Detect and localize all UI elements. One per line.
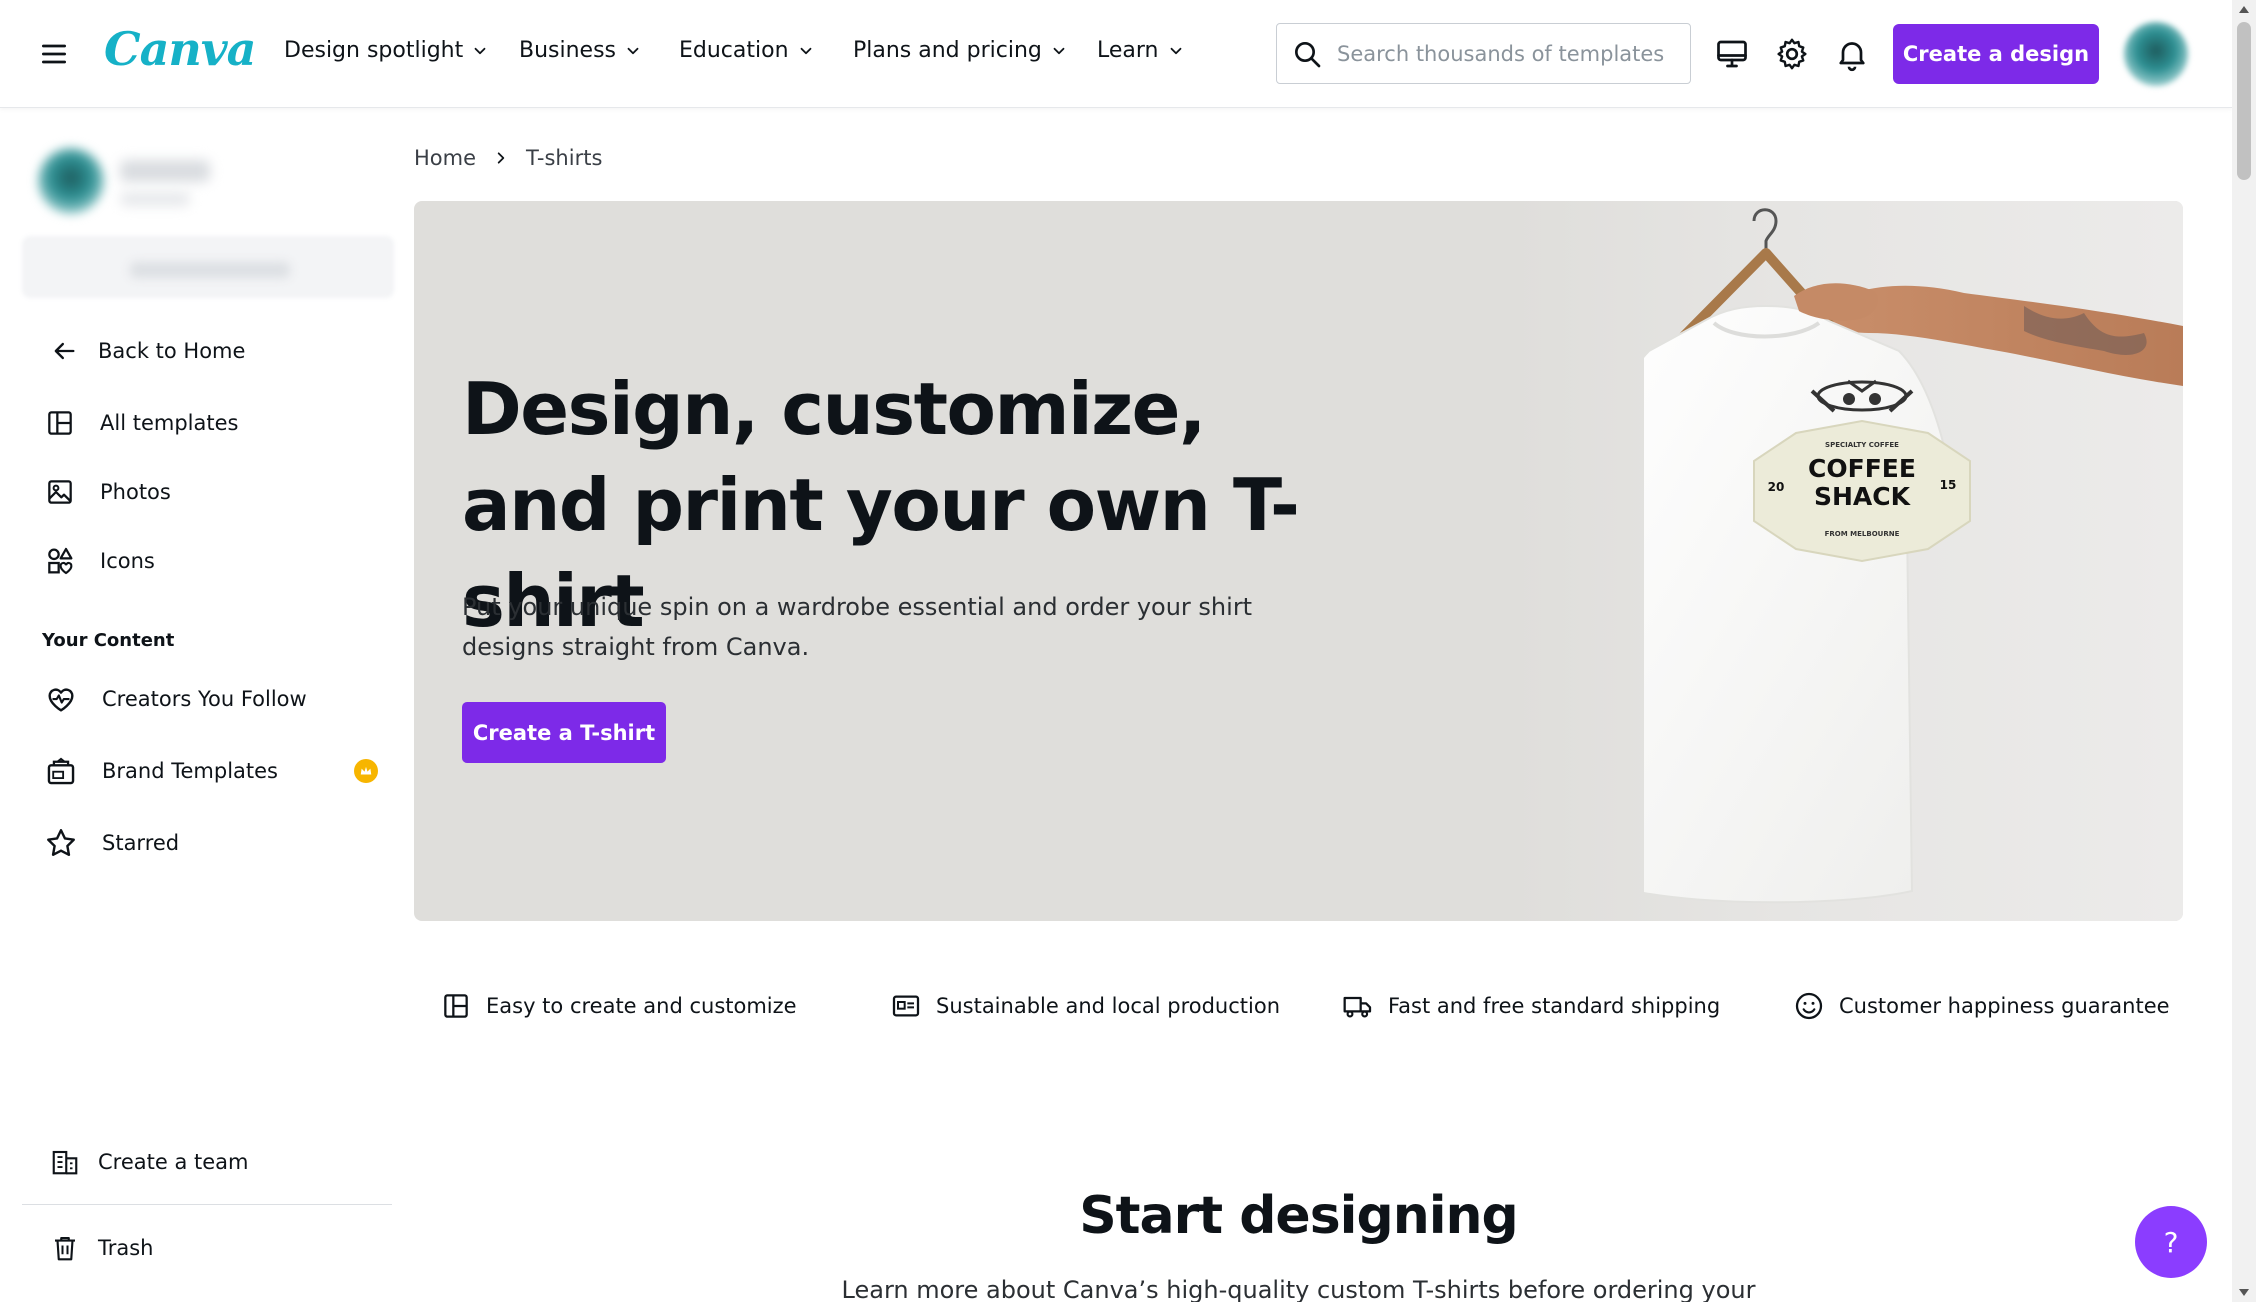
help-button[interactable]: ? xyxy=(2135,1206,2207,1278)
create-team-link[interactable]: Create a team xyxy=(50,1147,248,1177)
chevron-down-icon xyxy=(800,47,811,54)
bell-icon[interactable] xyxy=(1834,36,1870,72)
feature-sustainable: Sustainable and local production xyxy=(890,990,1280,1022)
feature-easy-create: Easy to create and customize xyxy=(440,990,797,1022)
canva-logo[interactable]: Canva xyxy=(104,22,256,76)
truck-icon xyxy=(1343,996,1372,1018)
breadcrumb-current: T-shirts xyxy=(526,146,603,170)
chevron-down-icon xyxy=(627,47,639,54)
feature-happiness: Customer happiness guarantee xyxy=(1793,990,2170,1022)
nav-education[interactable]: Education xyxy=(679,38,815,63)
nav-label: Business xyxy=(519,38,617,63)
nav-label: Plans and pricing xyxy=(853,38,1042,63)
nav-business[interactable]: Business xyxy=(519,38,642,63)
feature-label: Customer happiness guarantee xyxy=(1839,994,2170,1018)
hero-subtitle: Put your unique spin on a wardrobe essen… xyxy=(462,593,1253,661)
user-avatar[interactable] xyxy=(2124,22,2188,86)
create-design-button[interactable]: Create a design xyxy=(1893,24,2099,84)
start-designing-subtitle: Learn more about Canva’s high-quality cu… xyxy=(841,1276,1756,1302)
sidebar-item-label: Creators You Follow xyxy=(102,687,307,711)
nav-learn[interactable]: Learn xyxy=(1097,38,1185,63)
shirt-logo-line2: SHACK xyxy=(1814,482,1912,511)
sidebar-item-label: Brand Templates xyxy=(102,759,278,783)
your-content-heading: Your Content xyxy=(42,630,175,651)
sidebar-item-label: Photos xyxy=(100,480,171,504)
blurred-banner-text xyxy=(130,262,290,278)
sidebar-avatar[interactable] xyxy=(38,148,104,214)
crown-icon xyxy=(354,759,378,783)
breadcrumb-home-link[interactable]: Home xyxy=(414,146,476,170)
templates-icon xyxy=(48,411,72,435)
top-navigation-bar: Canva Design spotlight Business Educatio… xyxy=(0,0,2232,108)
back-label: Back to Home xyxy=(98,339,246,363)
building-icon xyxy=(52,1150,78,1175)
search-input[interactable]: Search thousands of templates xyxy=(1276,23,1691,84)
arrow-left-icon xyxy=(54,342,75,360)
feature-label: Fast and free standard shipping xyxy=(1388,994,1721,1018)
chevron-down-icon xyxy=(1053,47,1065,54)
sidebar-item-creators-you-follow[interactable]: Creators You Follow xyxy=(44,682,307,716)
blurred-account-type xyxy=(120,192,190,206)
create-team-label: Create a team xyxy=(98,1150,249,1174)
feature-shipping: Fast and free standard shipping xyxy=(1342,990,1720,1022)
hero-banner: Design, customize, and print your own T-… xyxy=(414,201,2183,921)
shirt-logo-right: 15 xyxy=(1940,478,1957,492)
breadcrumb: Home T-shirts xyxy=(414,146,602,170)
tshirt-image: COFFEE SHACK 20 15 SPECIALTY COFFEE FROM… xyxy=(1644,201,2183,921)
chevron-right-icon xyxy=(497,152,505,164)
trash-label: Trash xyxy=(98,1236,154,1260)
sidebar-item-all-templates[interactable]: All templates xyxy=(44,407,238,439)
shirt-logo-left: 20 xyxy=(1768,480,1785,494)
brand-icon xyxy=(47,757,75,785)
layout-icon xyxy=(444,994,468,1018)
shirt-logo-line1: COFFEE xyxy=(1808,454,1916,483)
sidebar-item-label: Icons xyxy=(100,549,155,573)
scroll-up-icon[interactable] xyxy=(2239,6,2249,13)
chevron-down-icon xyxy=(474,47,486,54)
shirt-logo-top: SPECIALTY COFFEE xyxy=(1825,441,1899,449)
start-designing-heading: Start designing xyxy=(1079,1186,1519,1246)
sidebar-item-label: All templates xyxy=(100,411,239,435)
sidebar-item-photos[interactable]: Photos xyxy=(44,476,171,508)
smile-icon xyxy=(1795,992,1823,1020)
trash-link[interactable]: Trash xyxy=(50,1233,154,1263)
photo-icon xyxy=(48,480,72,504)
create-tshirt-button[interactable]: Create a T-shirt xyxy=(462,702,666,763)
blurred-username xyxy=(120,160,210,182)
search-icon xyxy=(1295,41,1321,67)
page-scrollbar[interactable] xyxy=(2232,0,2256,1302)
search-placeholder: Search thousands of templates xyxy=(1337,41,1665,66)
sidebar-item-brand-templates[interactable]: Brand Templates xyxy=(44,754,278,788)
back-to-home-link[interactable]: Back to Home xyxy=(50,337,245,365)
shapes-icon xyxy=(48,547,73,575)
desktop-icon[interactable] xyxy=(1714,36,1750,72)
feature-label: Sustainable and local production xyxy=(936,994,1281,1018)
chevron-down-icon xyxy=(1170,47,1181,54)
sidebar-divider xyxy=(22,1204,392,1205)
scroll-down-icon[interactable] xyxy=(2239,1289,2249,1296)
id-card-icon xyxy=(892,995,920,1017)
nav-label: Learn xyxy=(1097,38,1159,63)
shirt-logo-bottom: FROM MELBOURNE xyxy=(1825,530,1900,538)
nav-plans-and-pricing[interactable]: Plans and pricing xyxy=(853,38,1068,63)
scrollbar-thumb[interactable] xyxy=(2237,22,2251,180)
sidebar-item-icons[interactable]: Icons xyxy=(44,545,155,577)
gear-icon[interactable] xyxy=(1774,36,1810,72)
trash-icon xyxy=(55,1236,75,1261)
menu-icon[interactable] xyxy=(38,38,70,70)
sidebar-item-label: Starred xyxy=(102,831,180,855)
heart-icon xyxy=(48,688,74,712)
nav-label: Design spotlight xyxy=(284,38,464,63)
star-icon xyxy=(47,829,75,856)
nav-design-spotlight[interactable]: Design spotlight xyxy=(284,38,489,63)
nav-label: Education xyxy=(679,38,789,63)
feature-label: Easy to create and customize xyxy=(486,994,797,1018)
sidebar-item-starred[interactable]: Starred xyxy=(44,826,179,860)
